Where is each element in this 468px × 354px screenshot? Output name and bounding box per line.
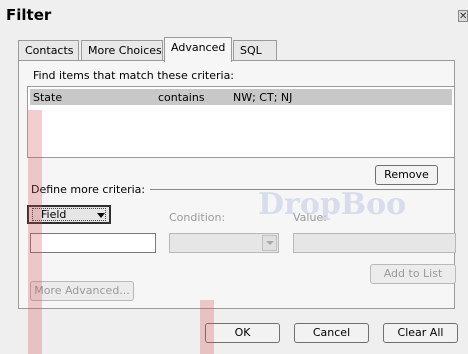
criteria-list[interactable]: State contains NW; CT; NJ: [27, 86, 455, 158]
cancel-button[interactable]: Cancel: [294, 323, 369, 343]
criteria-field: State: [33, 91, 63, 104]
criteria-condition: contains: [158, 91, 205, 104]
tab-contacts[interactable]: Contacts: [18, 40, 79, 60]
chevron-down-icon: [97, 213, 105, 218]
tab-label: More Choices: [88, 44, 162, 57]
remove-button[interactable]: Remove: [375, 165, 438, 185]
watermark-stripe: [28, 110, 42, 354]
chevron-down-icon[interactable]: [262, 235, 277, 251]
tab-label: SQL: [240, 44, 262, 57]
condition-label: Condition:: [169, 211, 226, 224]
filter-dialog: Filter ✕ Contacts More Choices Advanced …: [0, 0, 468, 354]
close-icon[interactable]: ✕: [458, 10, 468, 22]
tab-label: Contacts: [25, 44, 74, 57]
criteria-heading: Find items that match these criteria:: [33, 69, 235, 82]
tab-sql[interactable]: SQL: [233, 40, 277, 60]
clear-all-button[interactable]: Clear All: [383, 323, 458, 343]
table-row[interactable]: State contains NW; CT; NJ: [30, 89, 452, 105]
tab-advanced[interactable]: Advanced: [164, 37, 232, 62]
title-bar: Filter ✕: [0, 0, 468, 30]
field-input[interactable]: [30, 233, 156, 253]
ok-button[interactable]: OK: [205, 323, 280, 343]
criteria-value: NW; CT; NJ: [233, 91, 293, 104]
field-button-label: Field: [41, 208, 67, 221]
watermark-stripe: [200, 300, 214, 354]
define-heading: Define more criteria:: [31, 183, 146, 196]
watermark: DropBoo: [258, 187, 407, 222]
more-advanced-button[interactable]: More Advanced...: [30, 281, 134, 301]
value-input[interactable]: [293, 233, 456, 253]
tab-more-choices[interactable]: More Choices: [81, 40, 163, 60]
tab-label: Advanced: [171, 41, 226, 54]
add-to-list-button[interactable]: Add to List: [370, 264, 456, 284]
dialog-title: Filter: [6, 6, 52, 24]
condition-select[interactable]: [169, 233, 279, 253]
